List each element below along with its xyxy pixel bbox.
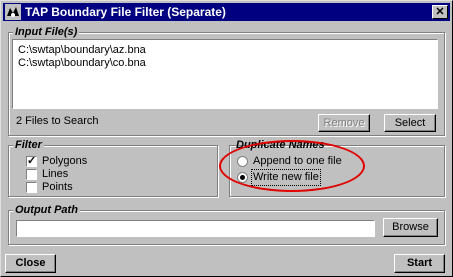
remove-button[interactable]: Remove — [318, 114, 370, 132]
points-label: Points — [42, 181, 73, 193]
red-annotation-ellipse — [219, 140, 365, 192]
lines-label: Lines — [42, 168, 69, 180]
lines-checkbox[interactable] — [26, 169, 37, 180]
input-files-legend: Input File(s) — [13, 25, 80, 39]
select-button[interactable]: Select — [384, 114, 436, 132]
filter-legend: Filter — [13, 138, 44, 152]
start-button[interactable]: Start — [394, 254, 445, 273]
tap-app-icon — [5, 4, 21, 20]
points-checkbox[interactable] — [26, 182, 37, 193]
polygons-checkbox[interactable]: ✓ — [26, 156, 37, 167]
input-files-list[interactable]: C:\swtap\boundary\az.bna C:\swtap\bounda… — [12, 39, 438, 109]
filter-group: Filter — [8, 138, 218, 197]
output-path-input[interactable] — [16, 220, 375, 237]
window-title: TAP Boundary File Filter (Separate) — [25, 5, 226, 19]
polygons-label: Polygons — [42, 155, 88, 167]
window-close-button[interactable]: ✕ — [432, 5, 448, 19]
list-item[interactable]: C:\swtap\boundary\az.bna — [18, 44, 146, 57]
browse-button[interactable]: Browse — [383, 218, 438, 237]
close-icon: ✕ — [435, 6, 445, 18]
checkmark-icon: ✓ — [27, 155, 37, 167]
files-count-text: 2 Files to Search — [16, 115, 99, 127]
close-button[interactable]: Close — [5, 254, 56, 273]
dialog-window: TAP Boundary File Filter (Separate) ✕ In… — [0, 0, 453, 277]
title-bar: TAP Boundary File Filter (Separate) ✕ — [3, 3, 450, 21]
list-item[interactable]: C:\swtap\boundary\co.bna — [18, 57, 146, 70]
output-path-legend: Output Path — [13, 203, 80, 217]
